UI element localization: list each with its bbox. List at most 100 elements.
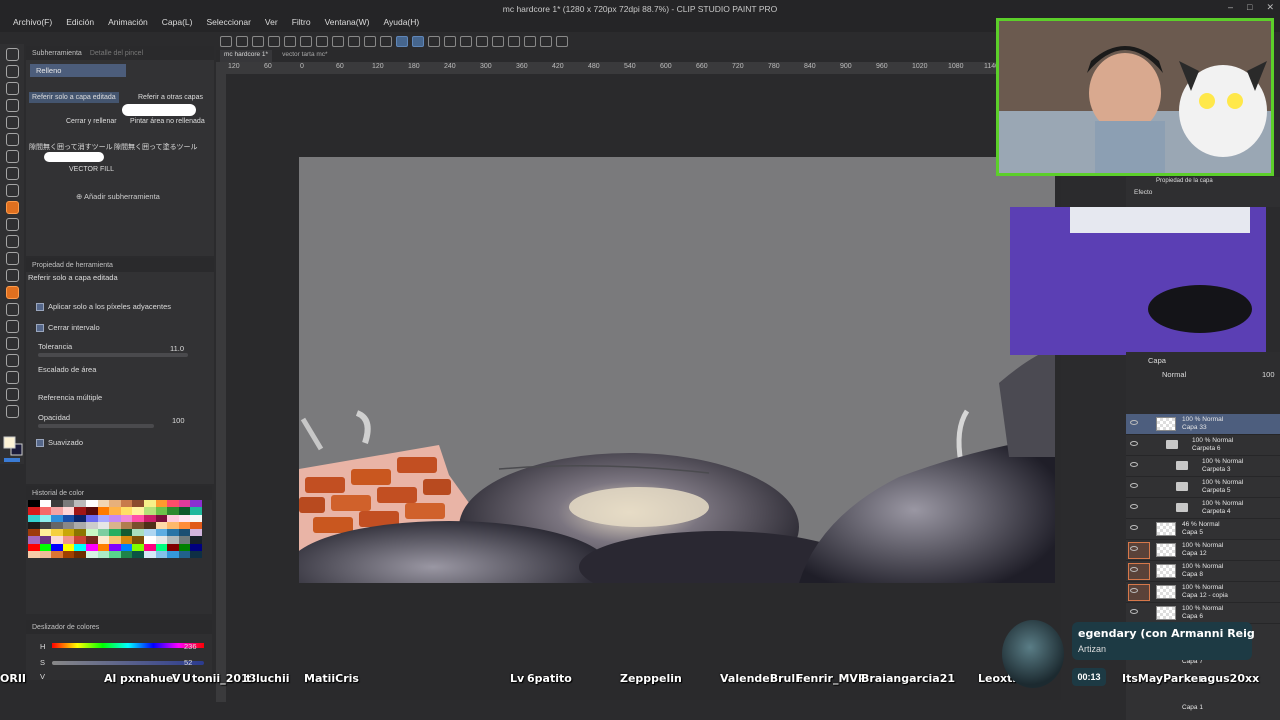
color-swatch[interactable] (85, 551, 98, 559)
eye-icon[interactable] (1130, 462, 1138, 467)
color-swatch[interactable] (109, 551, 121, 559)
color-swatch[interactable] (190, 507, 202, 515)
snap-ruler-icon[interactable] (396, 35, 408, 47)
eye-icon[interactable] (1130, 567, 1138, 572)
color-swatch[interactable] (190, 514, 202, 522)
transform-icon[interactable] (348, 35, 360, 47)
menu-filtro[interactable]: Filtro (285, 17, 318, 27)
color-swatch[interactable] (190, 529, 202, 537)
color-swatch[interactable] (178, 507, 191, 515)
close-gap-checkbox[interactable] (36, 323, 44, 332)
color-swatch[interactable] (97, 536, 110, 544)
tolerance-value[interactable]: 11.0 (170, 344, 184, 353)
color-swatch[interactable] (39, 536, 52, 544)
layer-row[interactable]: 100 % Normal Capa 8 (1126, 561, 1280, 582)
color-swatch[interactable] (143, 529, 156, 537)
hand-icon[interactable] (5, 65, 19, 78)
color-swatch[interactable] (120, 543, 133, 552)
menu-ver[interactable]: Ver (258, 17, 285, 27)
color-swatch[interactable] (120, 529, 133, 537)
color-swatch[interactable] (97, 507, 110, 515)
hue-value[interactable]: 236 (184, 642, 197, 651)
color-swatch[interactable] (109, 500, 121, 508)
snap-grid-icon[interactable] (412, 35, 424, 47)
color-swatch[interactable] (190, 543, 202, 552)
shrink-icon[interactable] (508, 35, 520, 47)
clear-icon[interactable] (364, 35, 376, 47)
color-swatch[interactable] (62, 514, 75, 522)
pencil-icon[interactable] (5, 184, 19, 197)
gradient-icon[interactable] (5, 303, 19, 316)
color-swatch[interactable] (97, 529, 110, 537)
color-swatch[interactable] (143, 543, 156, 552)
color-swatch[interactable] (190, 536, 202, 544)
color-swatch[interactable] (97, 543, 110, 552)
color-swatch[interactable] (155, 551, 168, 559)
smoothing-option[interactable]: Suavizado (36, 438, 83, 447)
color-swatch[interactable] (167, 543, 179, 552)
color-swatch[interactable] (62, 529, 75, 537)
redo-icon[interactable] (300, 35, 312, 47)
color-swatch[interactable] (28, 551, 40, 559)
doc-tab-vector-tarta[interactable]: vector tarta mc* (278, 50, 332, 62)
opacity-value[interactable]: 100 (172, 416, 185, 425)
color-swatch[interactable] (51, 551, 63, 559)
doc-tab-mc-hardcore[interactable]: mc hardcore 1* (220, 50, 273, 62)
color-swatch[interactable] (178, 543, 191, 552)
smoothing-checkbox[interactable] (36, 438, 44, 447)
line-correction-icon[interactable] (5, 405, 19, 418)
color-swatch[interactable] (39, 551, 52, 559)
tab-subherramienta[interactable]: Subherramienta (32, 50, 82, 57)
layer-name[interactable]: Capa 1 (1182, 704, 1203, 712)
color-swatch[interactable] (178, 536, 191, 544)
subtool-erase-enclose[interactable]: 隙間無く囲って消すツール (29, 142, 113, 152)
color-swatch[interactable] (132, 551, 144, 559)
layer-folder-row[interactable]: 100 % Normal Carpeta 5 (1126, 477, 1280, 498)
main-sub-color[interactable] (3, 436, 23, 464)
menu-archivo[interactable]: Archivo(F) (6, 17, 59, 27)
layer-folder-row[interactable]: 100 % Normal Carpeta 3 (1126, 456, 1280, 477)
deselect-icon[interactable] (460, 35, 472, 47)
fill-icon[interactable] (332, 35, 344, 47)
color-swatch[interactable] (167, 551, 179, 559)
menu-ventana[interactable]: Ventana(W) (318, 17, 377, 27)
color-swatch[interactable] (39, 500, 52, 508)
color-swatch[interactable] (28, 507, 40, 515)
color-swatch[interactable] (85, 500, 98, 508)
color-swatch[interactable] (62, 507, 75, 515)
eye-icon[interactable] (1130, 525, 1138, 530)
eye-icon[interactable] (1130, 483, 1138, 488)
maximize-button[interactable]: □ (1247, 2, 1252, 13)
color-swatch[interactable] (97, 514, 110, 522)
color-swatch[interactable] (28, 500, 40, 508)
color-swatch[interactable] (62, 500, 75, 508)
color-swatch[interactable] (51, 529, 63, 537)
magic-wand-icon[interactable] (524, 35, 536, 47)
color-swatch[interactable] (28, 514, 40, 522)
tab-color-history[interactable]: Historial de color (32, 490, 84, 497)
adjacent-checkbox[interactable] (36, 302, 44, 311)
color-swatch[interactable] (39, 507, 52, 515)
color-swatch[interactable] (85, 543, 98, 552)
color-swatch[interactable] (155, 500, 168, 508)
color-swatch[interactable] (51, 500, 63, 508)
color-swatch[interactable] (190, 551, 202, 559)
color-swatch[interactable] (85, 521, 98, 530)
eye-icon[interactable] (1130, 546, 1138, 551)
tab-layer-property[interactable]: Propiedad de la capa (1156, 178, 1213, 184)
color-swatch[interactable] (155, 543, 168, 552)
color-swatch[interactable] (178, 529, 191, 537)
color-swatch[interactable] (62, 536, 75, 544)
color-swatch[interactable] (132, 500, 144, 508)
color-swatch[interactable] (143, 551, 156, 559)
color-swatch[interactable] (51, 536, 63, 544)
multi-ref-label[interactable]: Referencia múltiple (38, 393, 102, 402)
color-swatch[interactable] (132, 507, 144, 515)
color-swatch[interactable] (51, 514, 63, 522)
color-swatch[interactable] (132, 529, 144, 537)
color-swatch[interactable] (74, 536, 86, 544)
color-swatch[interactable] (109, 514, 121, 522)
save-icon[interactable] (252, 35, 264, 47)
operation-icon[interactable] (5, 82, 19, 95)
layer-opacity-value[interactable]: 100 (1262, 370, 1275, 379)
